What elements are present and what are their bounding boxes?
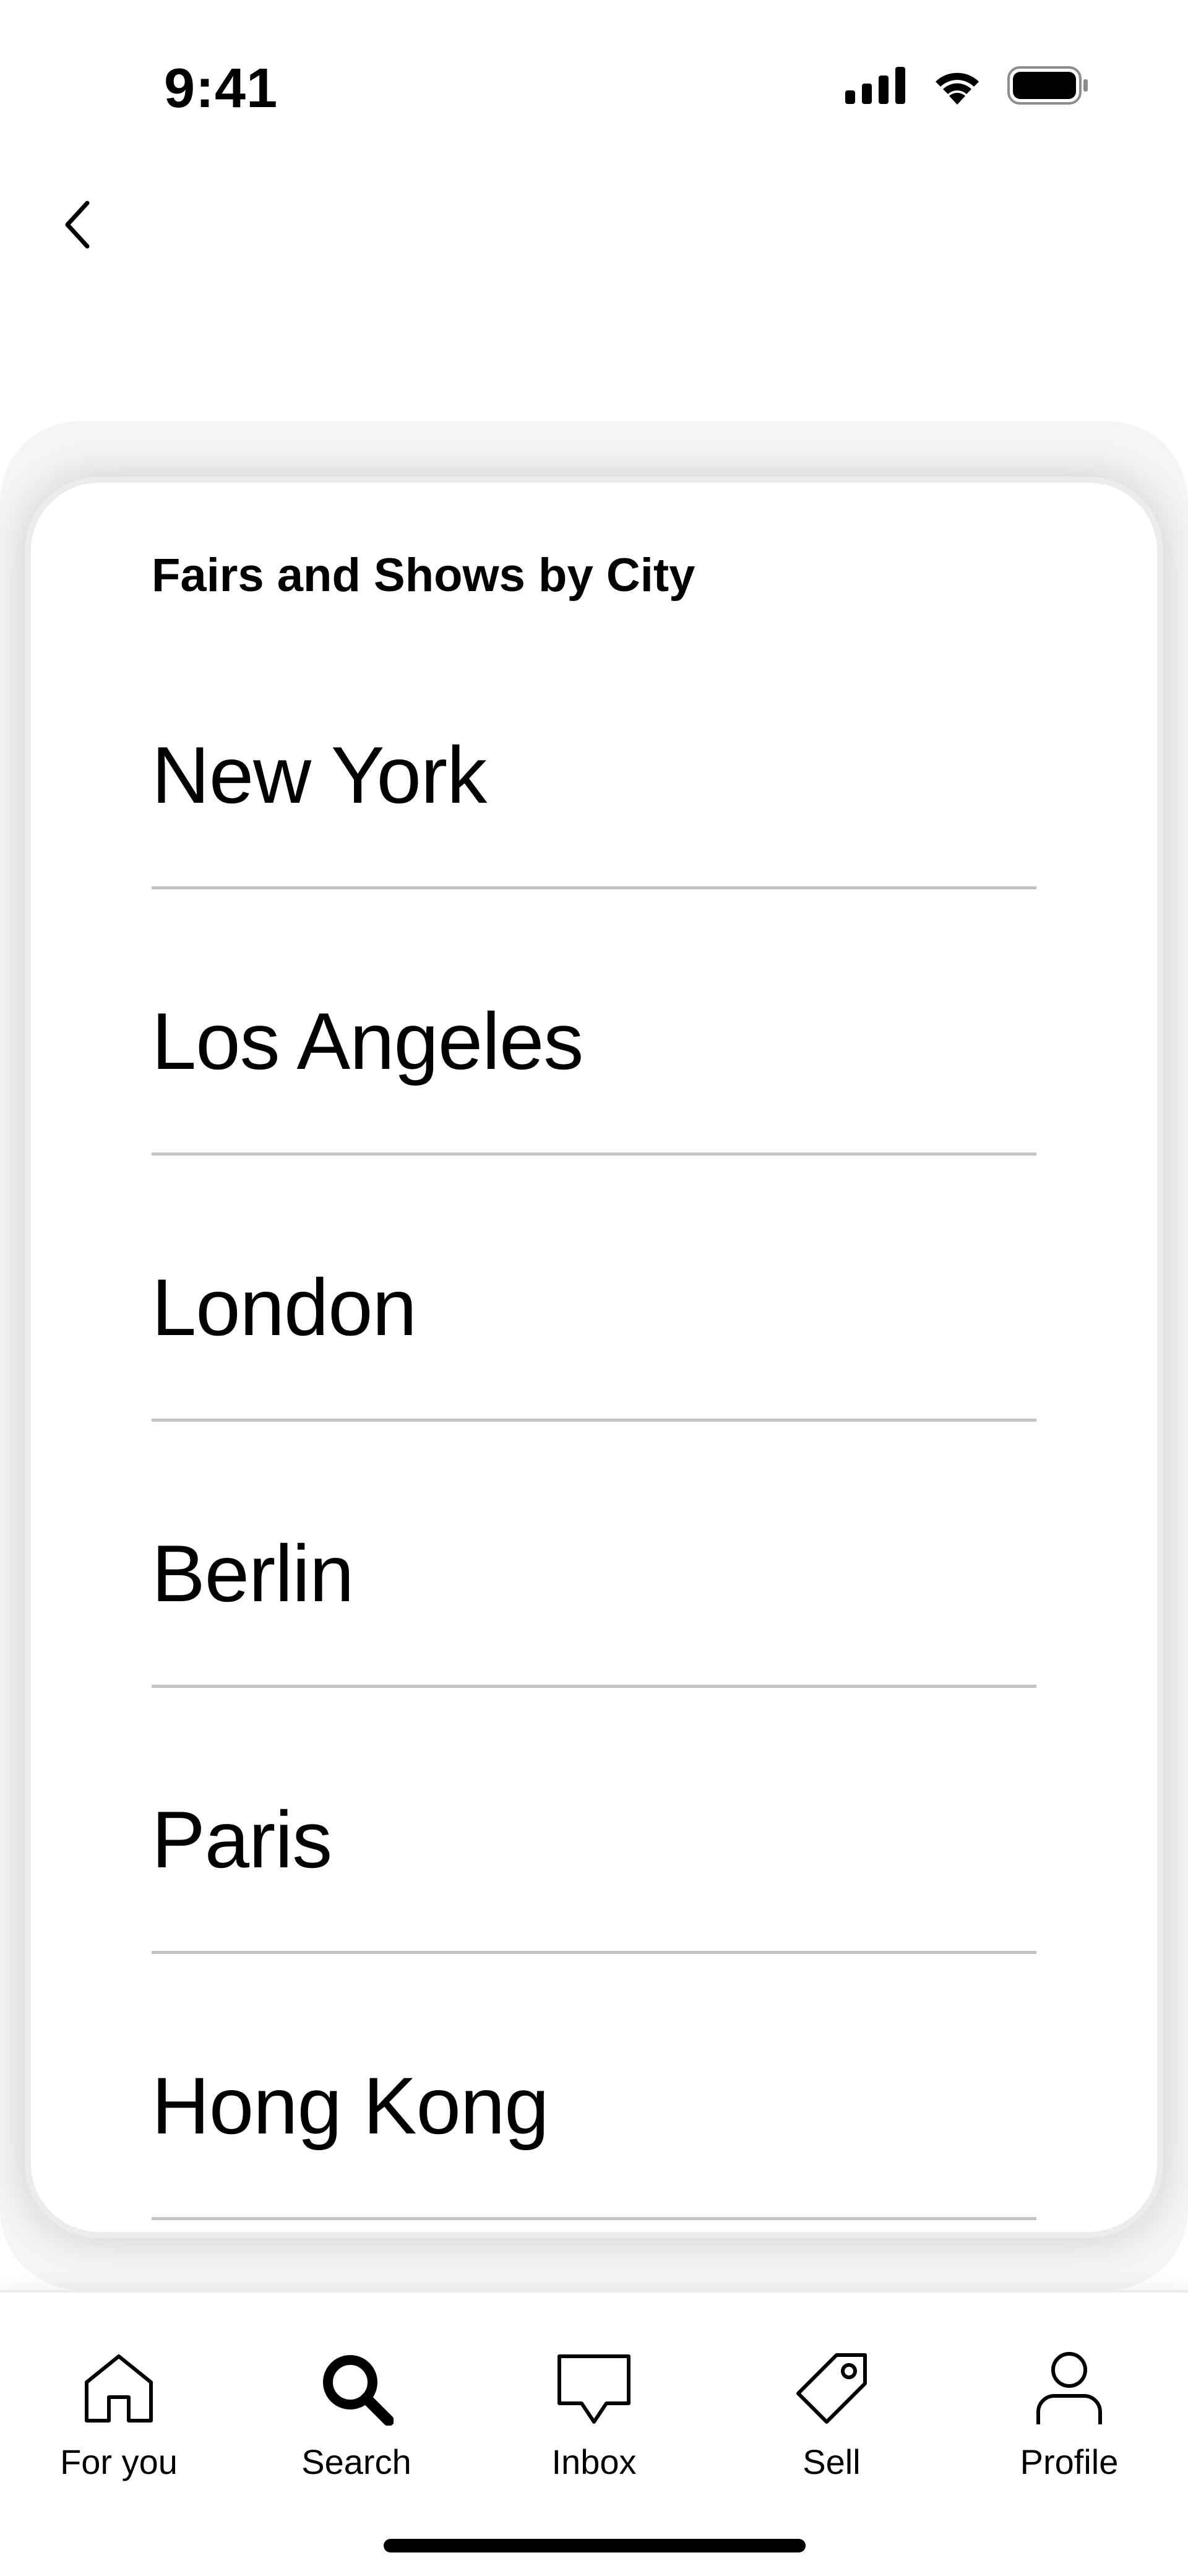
tag-icon <box>788 2345 875 2432</box>
home-icon <box>75 2345 162 2432</box>
tab-label: Profile <box>1020 2442 1119 2481</box>
tab-label: Inbox <box>551 2442 637 2481</box>
status-time: 9:41 <box>164 58 278 119</box>
tab-label: Search <box>301 2442 411 2481</box>
tab-label: For you <box>60 2442 178 2481</box>
tab-inbox[interactable]: Inbox <box>475 2345 713 2494</box>
tab-sell[interactable]: Sell <box>713 2345 950 2494</box>
cellular-signal-icon <box>845 66 907 107</box>
profile-icon <box>1026 2345 1113 2432</box>
cities-sheet: Fairs and Shows by City New York Los Ang… <box>31 483 1157 2232</box>
tab-for-you[interactable]: For you <box>0 2345 238 2494</box>
battery-icon <box>1007 66 1089 108</box>
tab-label: Sell <box>803 2442 861 2481</box>
city-label: New York <box>152 730 487 820</box>
city-label: Los Angeles <box>152 996 583 1086</box>
city-label: Hong Kong <box>152 2060 549 2151</box>
city-label: Berlin <box>152 1528 354 1619</box>
search-icon <box>313 2345 400 2432</box>
wifi-icon <box>931 66 984 108</box>
city-item-new-york[interactable]: New York <box>152 668 1036 889</box>
tab-bar: For you Search Inbox Sell Profile <box>0 2290 1188 2576</box>
city-item-los-angeles[interactable]: Los Angeles <box>152 889 1036 1156</box>
city-label: London <box>152 1262 417 1352</box>
city-item-hong-kong[interactable]: Hong Kong <box>152 1954 1036 2220</box>
sheet-title: Fairs and Shows by City <box>152 549 695 602</box>
city-list: New York Los Angeles London Berlin Paris… <box>152 668 1036 2220</box>
city-label: Paris <box>152 1794 332 1885</box>
status-icons <box>845 65 1089 108</box>
city-item-berlin[interactable]: Berlin <box>152 1422 1036 1688</box>
back-button[interactable] <box>43 192 111 260</box>
city-item-paris[interactable]: Paris <box>152 1688 1036 1954</box>
city-item-london[interactable]: London <box>152 1156 1036 1422</box>
screen: 9:41 Fairs and Shows by City New York Lo… <box>0 0 1188 2576</box>
home-indicator <box>384 2539 806 2552</box>
inbox-icon <box>551 2345 637 2432</box>
tab-search[interactable]: Search <box>238 2345 475 2494</box>
chevron-left-icon <box>59 197 96 256</box>
tab-profile[interactable]: Profile <box>950 2345 1188 2494</box>
